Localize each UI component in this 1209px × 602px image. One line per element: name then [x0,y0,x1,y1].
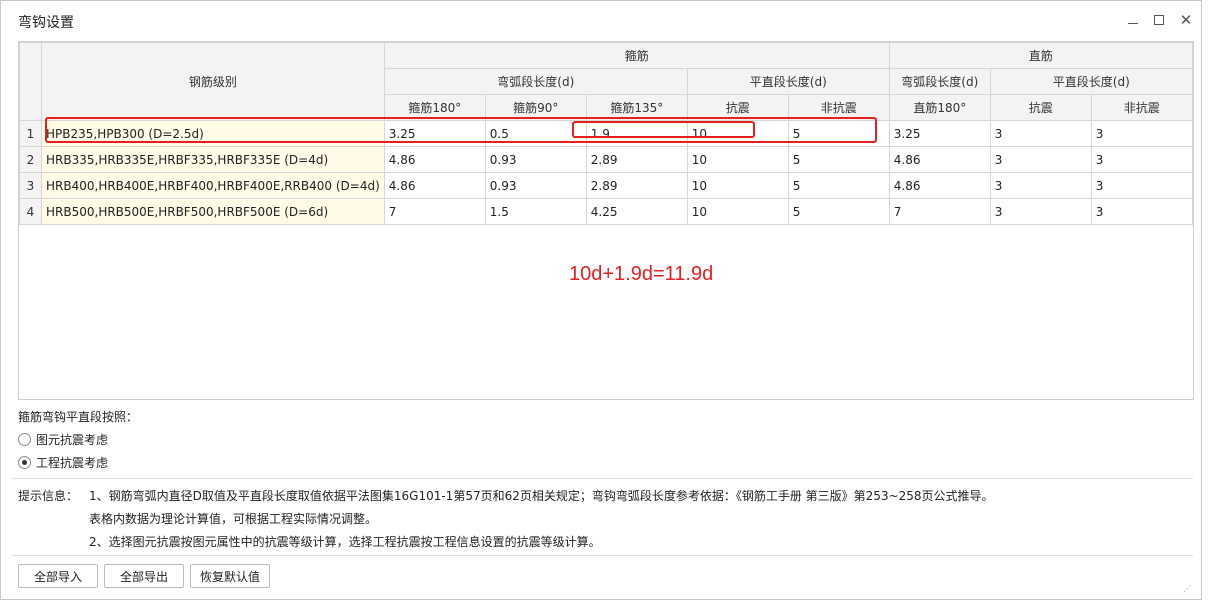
radio-label: 图元抗震考虑 [36,433,109,447]
dialog-title: 弯钩设置 [18,15,74,31]
radio-element-seismic[interactable]: 图元抗震考虑 [18,431,108,448]
hint-line-1: 1、钢筋弯弧内直径D取值及平直段长度取值依据平法图集16G101-1第57页和6… [89,489,994,503]
header-grade: 钢筋级别 [41,42,385,121]
cell-s90[interactable]: 0.93 [484,146,587,173]
cell-nonseismic[interactable]: 5 [787,172,890,199]
cell-s135[interactable]: 4.25 [585,198,688,225]
header-straight-arc: 弯弧段长度(d) [888,68,991,95]
header-stirrup: 箍筋 [383,42,890,69]
row-number: 4 [19,198,42,225]
cell-s90[interactable]: 0.93 [484,172,587,199]
cell-s90[interactable]: 1.5 [484,198,587,225]
cell-nonseismic[interactable]: 5 [787,120,890,147]
table-row[interactable]: 2 HRB335,HRB335E,HRBF335,HRBF335E (D=4d)… [19,146,1193,173]
radio-checked-icon[interactable] [18,456,31,469]
minimize-icon [1128,22,1138,24]
header-stirrup-flat: 平直段长度(d) [686,68,890,95]
cell-z-seismic[interactable]: 3 [989,172,1092,199]
cell-s90[interactable]: 0.5 [484,120,587,147]
table-row[interactable]: 4 HRB500,HRB500E,HRBF500,HRBF500E (D=6d)… [19,198,1193,225]
header-z-nonseismic: 非抗震 [1090,94,1193,121]
cell-s180[interactable]: 4.86 [383,172,486,199]
header-s135: 箍筋135° [585,94,688,121]
divider [11,478,1193,479]
cell-z-seismic[interactable]: 3 [989,198,1092,225]
table-row[interactable]: 1 HPB235,HPB300 (D=2.5d) 3.25 0.5 1.9 10… [19,120,1193,147]
cell-grade[interactable]: HRB335,HRB335E,HRBF335,HRBF335E (D=4d) [41,146,385,173]
cell-z180[interactable]: 4.86 [888,172,991,199]
row-number: 3 [19,172,42,199]
header-seismic: 抗震 [686,94,789,121]
cell-seismic[interactable]: 10 [686,172,789,199]
header-z180: 直筋180° [888,94,991,121]
table-row[interactable]: 3 HRB400,HRB400E,HRBF400,HRBF400E,RRB400… [19,172,1193,199]
cell-nonseismic[interactable]: 5 [787,198,890,225]
cell-grade[interactable]: HPB235,HPB300 (D=2.5d) [41,120,385,147]
cell-z-nonseismic[interactable]: 3 [1090,146,1193,173]
header-s90: 箍筋90° [484,94,587,121]
cell-s135[interactable]: 1.9 [585,120,688,147]
hint-line-3: 2、选择图元抗震按图元属性中的抗震等级计算，选择工程抗震按工程信息设置的抗震等级… [89,535,601,549]
export-all-button[interactable]: 全部导出 [104,564,184,588]
cell-s135[interactable]: 2.89 [585,146,688,173]
cell-s180[interactable]: 4.86 [383,146,486,173]
corner-cell [19,42,42,121]
hook-flat-option-label: 箍筋弯钩平直段按照： [18,410,139,424]
radio-project-seismic[interactable]: 工程抗震考虑 [18,454,108,471]
row-number: 1 [19,120,42,147]
maximize-button[interactable] [1149,10,1169,30]
cell-z180[interactable]: 3.25 [888,120,991,147]
resize-grip-icon[interactable]: ⋰ [1183,585,1191,593]
cell-seismic[interactable]: 10 [686,146,789,173]
radio-unchecked-icon[interactable] [18,433,31,446]
header-stirrup-arc: 弯弧段长度(d) [383,68,688,95]
close-button[interactable]: ✕ [1176,10,1196,30]
hook-settings-dialog: 弯钩设置 ✕ 钢筋级别 箍筋 直筋 弯弧段长度(d) 平直段长度(d) 弯弧段长… [0,0,1202,600]
hint-prefix: 提示信息： [18,489,79,503]
cell-z-seismic[interactable]: 3 [989,120,1092,147]
header-straight: 直筋 [888,42,1193,69]
header-nonseismic: 非抗震 [787,94,890,121]
header-z-seismic: 抗震 [989,94,1092,121]
cell-s180[interactable]: 7 [383,198,486,225]
divider [11,555,1193,556]
cell-seismic[interactable]: 10 [686,198,789,225]
import-all-button[interactable]: 全部导入 [18,564,98,588]
cell-z-nonseismic[interactable]: 3 [1090,198,1193,225]
cell-nonseismic[interactable]: 5 [787,146,890,173]
cell-z-nonseismic[interactable]: 3 [1090,120,1193,147]
restore-default-button[interactable]: 恢复默认值 [190,564,270,588]
cell-grade[interactable]: HRB400,HRB400E,HRBF400,HRBF400E,RRB400 (… [41,172,385,199]
cell-seismic[interactable]: 10 [686,120,789,147]
header-straight-flat: 平直段长度(d) [989,68,1193,95]
cell-z-seismic[interactable]: 3 [989,146,1092,173]
annotation-formula: 10d+1.9d=11.9d [569,263,714,285]
close-icon: ✕ [1179,10,1193,29]
cell-s180[interactable]: 3.25 [383,120,486,147]
maximize-icon [1154,15,1164,25]
hook-table: 钢筋级别 箍筋 直筋 弯弧段长度(d) 平直段长度(d) 弯弧段长度(d) 平直… [19,42,1193,225]
cell-z180[interactable]: 4.86 [888,146,991,173]
row-number: 2 [19,146,42,173]
radio-label: 工程抗震考虑 [36,456,109,470]
cell-grade[interactable]: HRB500,HRB500E,HRBF500,HRBF500E (D=6d) [41,198,385,225]
minimize-button[interactable] [1123,10,1143,30]
cell-z180[interactable]: 7 [888,198,991,225]
cell-z-nonseismic[interactable]: 3 [1090,172,1193,199]
hint-line-2: 表格内数据为理论计算值，可根据工程实际情况调整。 [89,512,378,526]
title-bar[interactable]: 弯钩设置 ✕ [1,1,1201,39]
header-s180: 箍筋180° [383,94,486,121]
cell-s135[interactable]: 2.89 [585,172,688,199]
hook-table-container: 钢筋级别 箍筋 直筋 弯弧段长度(d) 平直段长度(d) 弯弧段长度(d) 平直… [18,41,1194,400]
